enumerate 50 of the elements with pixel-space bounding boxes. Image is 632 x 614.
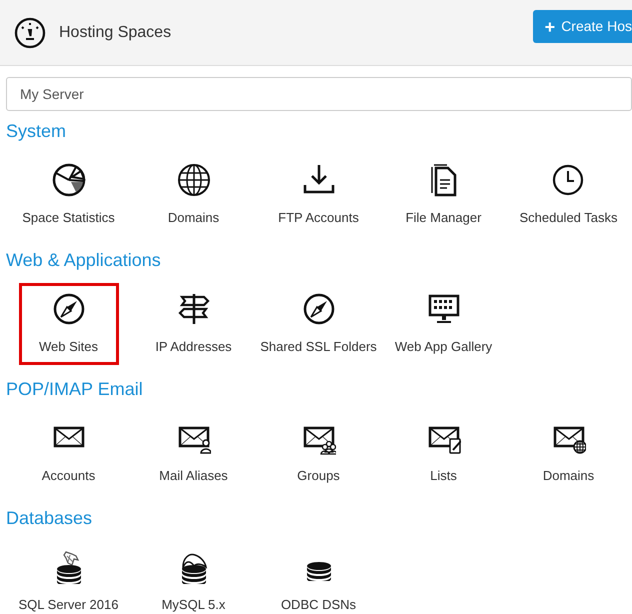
feature-tile[interactable]: Domains (144, 154, 244, 236)
section-title: POP/IMAP Email (5, 378, 144, 401)
page-title: Hosting Spaces (59, 22, 172, 42)
tile-label: Domains (168, 209, 220, 227)
feature-tile[interactable]: SQL Server 2016 (14, 541, 124, 614)
tile-label: Web Sites (38, 338, 98, 356)
feature-tile[interactable]: Mail Aliases (144, 412, 244, 494)
feature-tile[interactable]: Space Statistics (17, 154, 120, 236)
section-title: Web & Applications (5, 249, 162, 272)
tile-label: Mail Aliases (159, 467, 228, 485)
feature-tile[interactable]: Accounts (18, 412, 118, 494)
monitor-icon (426, 292, 460, 326)
tile-label: ODBC DSNs (280, 596, 356, 614)
tile-label: File Manager (406, 209, 482, 227)
feature-tile[interactable]: ODBC DSNs (268, 541, 368, 614)
section-title: System (5, 120, 68, 143)
gauge-icon (14, 16, 46, 48)
tile-label: FTP Accounts (278, 209, 359, 227)
feature-tile[interactable]: FTP Accounts (268, 154, 368, 236)
create-button[interactable]: + Create Hos (532, 10, 632, 43)
feature-tile[interactable]: IP Addresses (144, 283, 244, 365)
tile-label: MySQL 5.x (162, 596, 226, 614)
feature-tile[interactable]: MySQL 5.x (144, 541, 244, 614)
tile-label: Shared SSL Folders (260, 338, 377, 356)
tile-label: SQL Server 2016 (18, 596, 118, 614)
feature-tile[interactable]: Groups (268, 412, 368, 494)
compass-icon (302, 292, 336, 326)
tile-label: Accounts (42, 467, 96, 485)
tile-label: Space Statistics (22, 209, 115, 227)
database-icon (306, 560, 332, 581)
feature-tile[interactable]: Domains (518, 412, 618, 494)
section-title: Databases (5, 507, 94, 530)
pie-chart-icon (52, 163, 86, 197)
tile-label: IP Addresses (155, 338, 232, 356)
tile-label: Groups (297, 467, 340, 485)
tile-label: Scheduled Tasks (519, 209, 618, 227)
feature-tile[interactable]: File Manager (394, 154, 494, 236)
compass-icon (52, 292, 86, 326)
feature-tile[interactable]: Web Sites (18, 283, 118, 365)
feature-tile[interactable]: Lists (394, 412, 494, 494)
feature-tile[interactable]: Shared SSL Folders (256, 283, 381, 365)
server-select[interactable]: My Server (6, 77, 632, 111)
feature-tile[interactable]: Scheduled Tasks (514, 154, 623, 236)
tile-label: Web App Gallery (394, 338, 492, 356)
feature-tile[interactable]: Web App Gallery (390, 283, 498, 365)
tile-label: Lists (430, 467, 457, 485)
signpost-icon (176, 292, 210, 326)
globe-icon (176, 163, 210, 197)
clock-icon (551, 163, 586, 197)
tile-label: Domains (542, 467, 594, 485)
